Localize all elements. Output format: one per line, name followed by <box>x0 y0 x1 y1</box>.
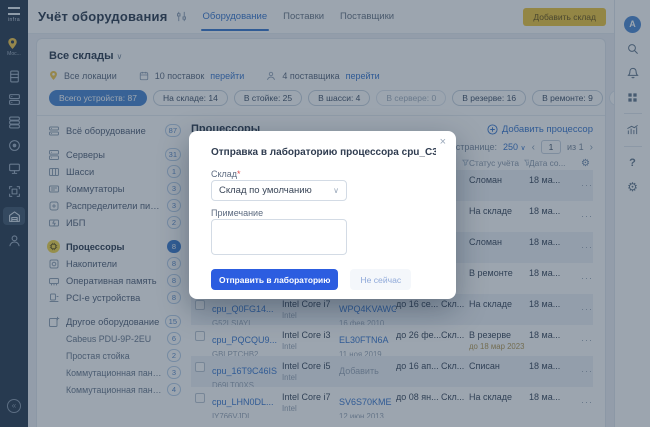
send-to-lab-modal: × Отправка в лабораторию процессора cpu_… <box>189 131 456 299</box>
warehouse-select[interactable]: Склад по умолчанию ∨ <box>211 180 347 201</box>
modal-title: Отправка в лабораторию процессора cpu_C3… <box>211 147 436 158</box>
not-now-button[interactable]: Не сейчас <box>350 269 412 290</box>
send-to-lab-button[interactable]: Отправить в лабораторию <box>211 269 339 290</box>
close-icon[interactable]: × <box>440 136 446 148</box>
chevron-down-icon: ∨ <box>333 186 339 195</box>
warehouse-field-label: Склад* <box>211 169 241 179</box>
note-textarea[interactable] <box>211 219 347 255</box>
warehouse-select-value: Склад по умолчанию <box>219 185 312 196</box>
required-mark: * <box>237 169 241 179</box>
note-field-label: Примечание <box>211 208 264 218</box>
